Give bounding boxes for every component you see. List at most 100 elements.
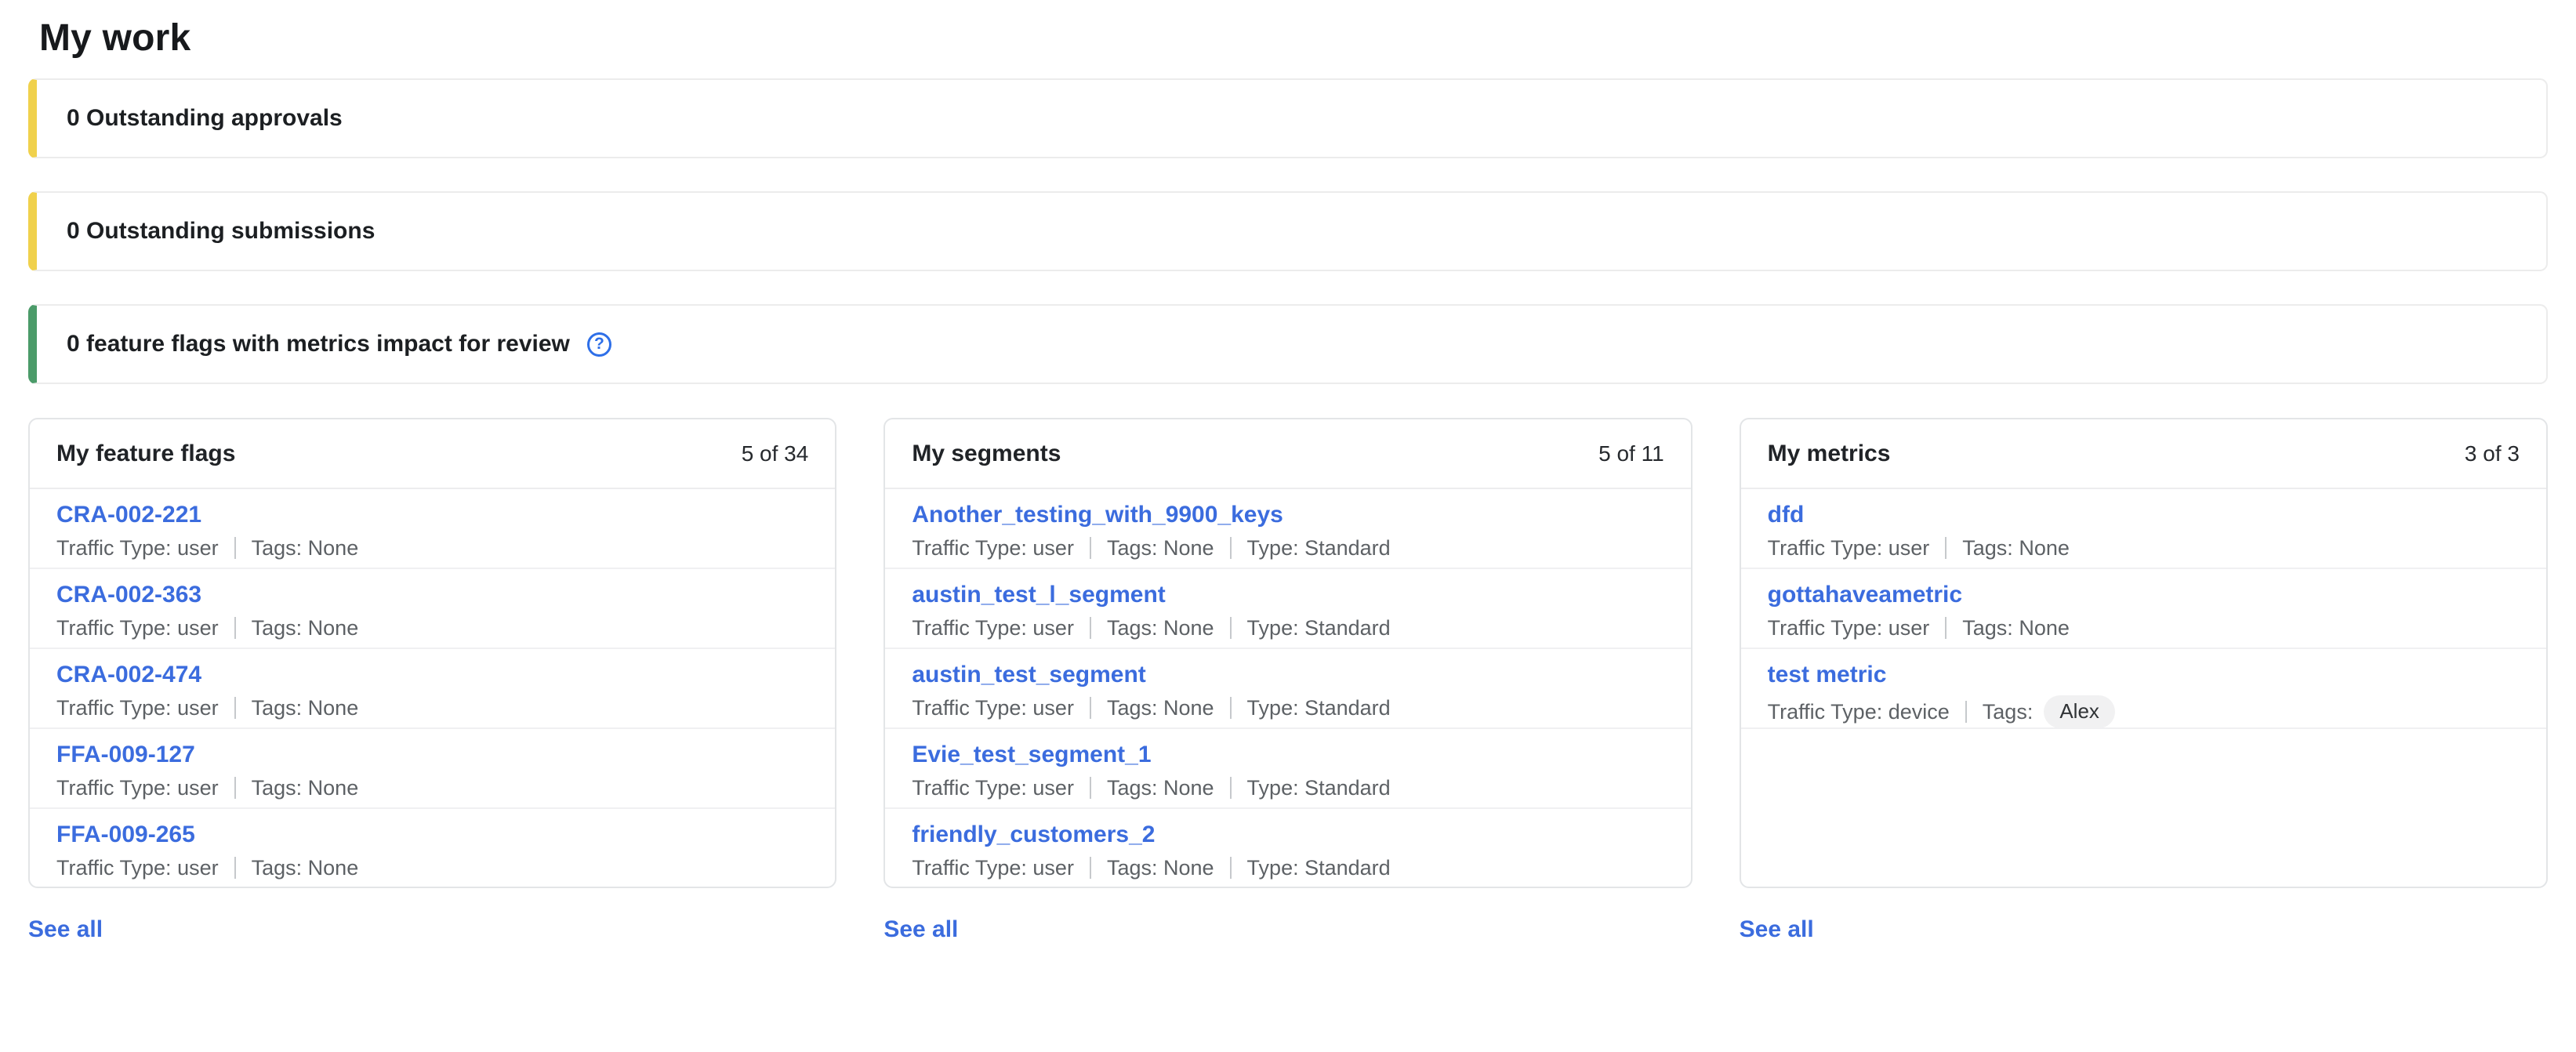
question-circle-icon[interactable]: ? bbox=[587, 332, 611, 357]
meta-divider bbox=[234, 537, 236, 559]
feature-flag-link[interactable]: CRA-002-474 bbox=[56, 661, 201, 689]
meta-label: Tags: bbox=[1962, 536, 2013, 560]
card-title: My segments bbox=[912, 441, 1061, 467]
meta-divider bbox=[1090, 857, 1091, 879]
metric-link[interactable]: test metric bbox=[1768, 661, 1887, 689]
meta-value: user bbox=[177, 696, 219, 720]
meta-label: Traffic Type: bbox=[1768, 700, 1883, 724]
meta-divider bbox=[234, 617, 236, 639]
meta-label: Tags: bbox=[1107, 696, 1158, 720]
feature-flag-link[interactable]: CRA-002-363 bbox=[56, 581, 201, 609]
segment-link[interactable]: friendly_customers_2 bbox=[912, 821, 1155, 849]
tag-chip: Alex bbox=[2044, 695, 2115, 728]
item-meta: Traffic Type: user Tags: None bbox=[56, 855, 808, 880]
see-all-feature-flags-link[interactable]: See all bbox=[28, 916, 103, 943]
item-meta: Traffic Type: user Tags: None bbox=[56, 695, 808, 720]
meta-value: Standard bbox=[1304, 616, 1391, 640]
meta-label: Tags: bbox=[252, 696, 303, 720]
meta-label: Tags: bbox=[252, 536, 303, 560]
banner-outstanding-approvals: 0 Outstanding approvals bbox=[28, 78, 2548, 158]
card-title: My metrics bbox=[1768, 441, 1891, 467]
meta-divider bbox=[1230, 857, 1232, 879]
card-header: My feature flags 5 of 34 bbox=[30, 419, 835, 489]
meta-label: Tags: bbox=[252, 616, 303, 640]
meta-value: user bbox=[1032, 696, 1074, 720]
card-header: My metrics 3 of 3 bbox=[1741, 419, 2546, 489]
my-work-page: My work 0 Outstanding approvals 0 Outsta… bbox=[0, 16, 2576, 943]
meta-value: None bbox=[308, 616, 359, 640]
meta-value: None bbox=[308, 776, 359, 800]
meta-label: Tags: bbox=[1107, 536, 1158, 560]
segments-column: My segments 5 of 11 Another_testing_with… bbox=[883, 418, 1692, 943]
meta-value: Standard bbox=[1304, 696, 1391, 720]
meta-value: None bbox=[2019, 536, 2070, 560]
feature-flag-link[interactable]: CRA-002-221 bbox=[56, 501, 201, 529]
item-meta: Traffic Type: user Tags: None bbox=[56, 615, 808, 640]
metric-link[interactable]: gottahaveametric bbox=[1768, 581, 1962, 609]
meta-value: None bbox=[308, 856, 359, 880]
meta-label: Traffic Type: bbox=[56, 536, 172, 560]
segment-link[interactable]: Another_testing_with_9900_keys bbox=[912, 501, 1283, 529]
meta-divider bbox=[1090, 777, 1091, 799]
page-title: My work bbox=[39, 16, 2548, 61]
meta-divider bbox=[1230, 697, 1232, 719]
banner-text: 0 Outstanding approvals bbox=[67, 105, 343, 132]
segment-link[interactable]: Evie_test_segment_1 bbox=[912, 741, 1151, 769]
meta-value: user bbox=[1032, 856, 1074, 880]
meta-label: Traffic Type: bbox=[56, 696, 172, 720]
meta-divider bbox=[1090, 697, 1091, 719]
meta-divider bbox=[1230, 617, 1232, 639]
meta-label: Type: bbox=[1247, 536, 1299, 560]
meta-value: Standard bbox=[1304, 536, 1391, 560]
meta-value: user bbox=[1888, 536, 1930, 560]
meta-divider bbox=[1090, 617, 1091, 639]
card-title: My feature flags bbox=[56, 441, 235, 467]
see-all-segments-link[interactable]: See all bbox=[883, 916, 958, 943]
meta-label: Type: bbox=[1247, 776, 1299, 800]
metric-link[interactable]: dfd bbox=[1768, 501, 1805, 529]
meta-divider bbox=[1945, 617, 1947, 639]
item-meta: Traffic Type: user Tags: None bbox=[1768, 615, 2520, 640]
card-my-metrics: My metrics 3 of 3 dfd Traffic Type: user… bbox=[1740, 418, 2548, 888]
meta-value: None bbox=[308, 536, 359, 560]
meta-label: Tags: bbox=[1107, 616, 1158, 640]
item-meta: Traffic Type: user Tags: None Type: Stan… bbox=[912, 695, 1664, 720]
segment-link[interactable]: austin_test_segment bbox=[912, 661, 1145, 689]
feature-flag-link[interactable]: FFA-009-127 bbox=[56, 741, 195, 769]
item-meta: Traffic Type: user Tags: None Type: Stan… bbox=[912, 535, 1664, 560]
list-item: friendly_customers_2 Traffic Type: user … bbox=[885, 809, 1690, 888]
meta-label: Type: bbox=[1247, 856, 1299, 880]
meta-label: Tags: bbox=[1962, 616, 2013, 640]
feature-flags-column: My feature flags 5 of 34 CRA-002-221 Tra… bbox=[28, 418, 836, 943]
card-count: 3 of 3 bbox=[2465, 441, 2520, 466]
meta-divider bbox=[1090, 537, 1091, 559]
list-item: FFA-009-127 Traffic Type: user Tags: Non… bbox=[30, 729, 835, 809]
meta-label: Tags: bbox=[252, 776, 303, 800]
banner-outstanding-submissions: 0 Outstanding submissions bbox=[28, 191, 2548, 271]
meta-value: device bbox=[1888, 700, 1950, 724]
meta-label: Traffic Type: bbox=[912, 616, 1027, 640]
list-item: CRA-002-221 Traffic Type: user Tags: Non… bbox=[30, 489, 835, 569]
meta-value: None bbox=[2019, 616, 2070, 640]
see-all-metrics-link[interactable]: See all bbox=[1740, 916, 1814, 943]
list-item: CRA-002-474 Traffic Type: user Tags: Non… bbox=[30, 649, 835, 729]
meta-value: None bbox=[1163, 536, 1214, 560]
segment-link[interactable]: austin_test_l_segment bbox=[912, 581, 1165, 609]
meta-divider bbox=[234, 777, 236, 799]
card-my-segments: My segments 5 of 11 Another_testing_with… bbox=[883, 418, 1692, 888]
meta-value: Standard bbox=[1304, 856, 1391, 880]
card-count: 5 of 11 bbox=[1598, 441, 1664, 466]
meta-value: user bbox=[177, 616, 219, 640]
meta-divider bbox=[234, 857, 236, 879]
meta-divider bbox=[234, 697, 236, 719]
meta-divider bbox=[1965, 701, 1967, 723]
meta-value: user bbox=[1032, 776, 1074, 800]
item-meta: Traffic Type: user Tags: None bbox=[1768, 535, 2520, 560]
feature-flag-link[interactable]: FFA-009-265 bbox=[56, 821, 195, 849]
item-meta: Traffic Type: user Tags: None Type: Stan… bbox=[912, 775, 1664, 800]
meta-label: Traffic Type: bbox=[912, 696, 1027, 720]
meta-label: Traffic Type: bbox=[1768, 536, 1883, 560]
meta-label: Tags: bbox=[1107, 776, 1158, 800]
meta-value: user bbox=[1032, 536, 1074, 560]
meta-value: None bbox=[1163, 776, 1214, 800]
